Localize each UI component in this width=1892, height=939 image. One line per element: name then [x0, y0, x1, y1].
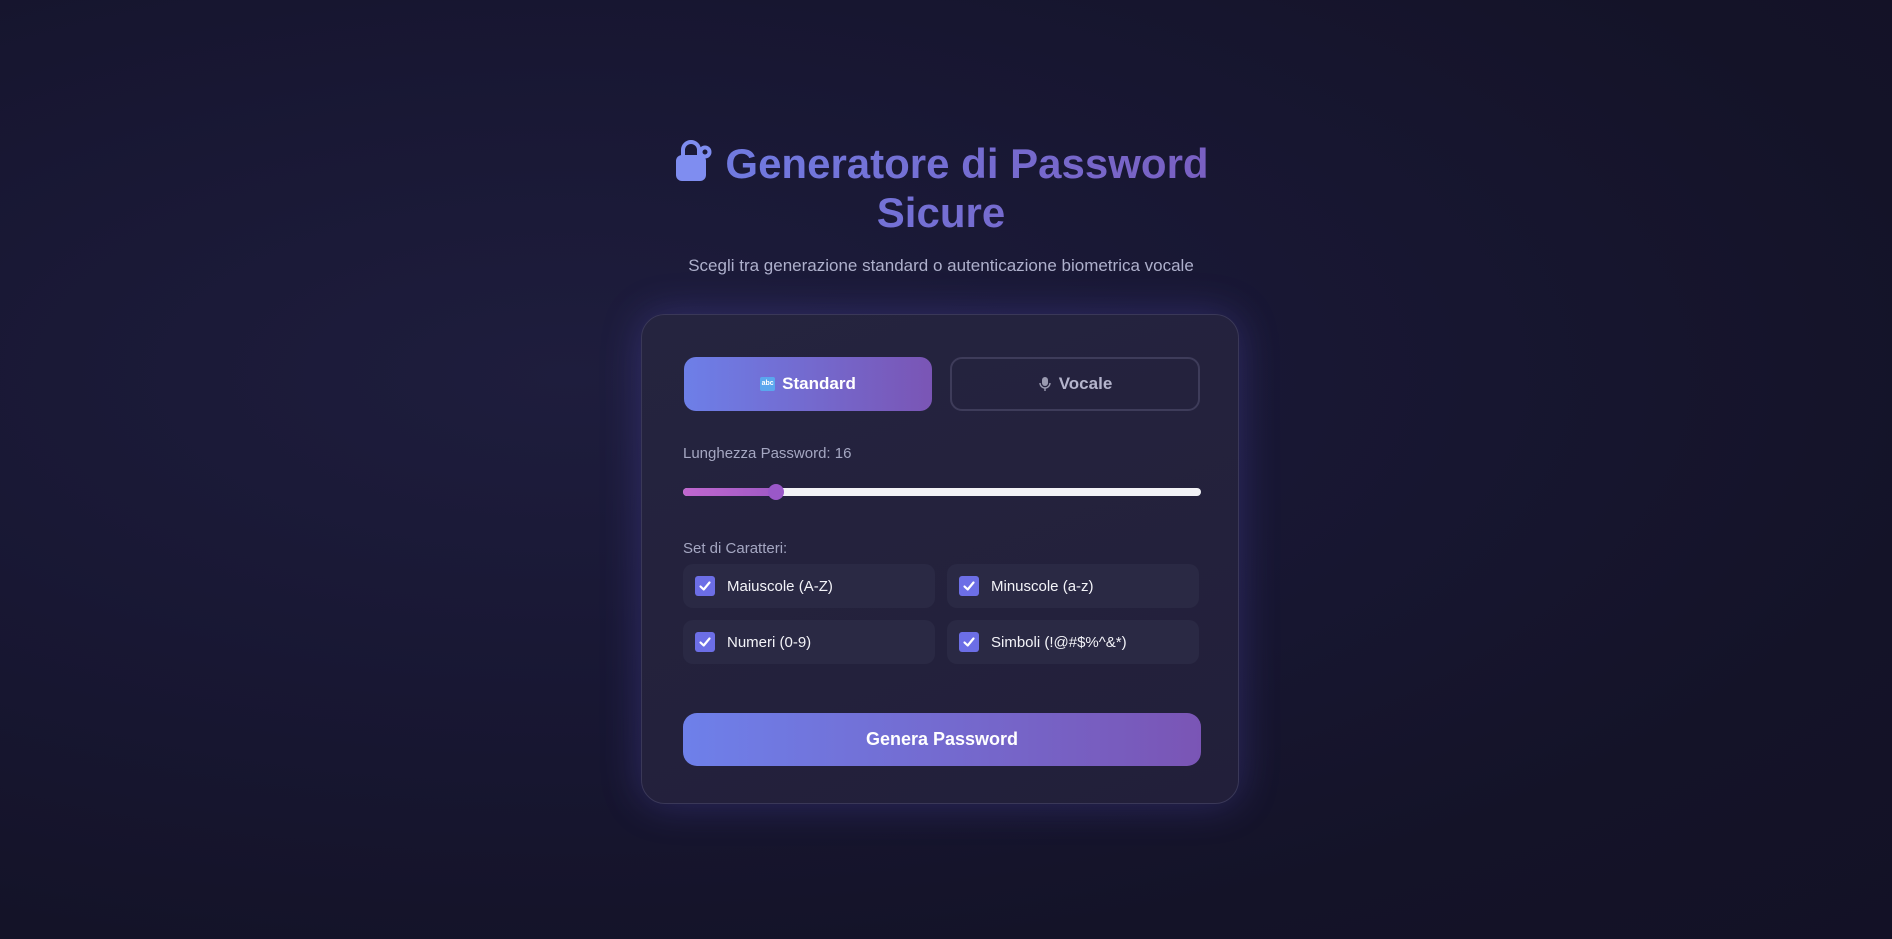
generate-password-button[interactable]: Genera Password: [683, 713, 1201, 766]
uppercase-checkbox[interactable]: [695, 576, 715, 596]
page-subtitle: Scegli tra generazione standard o autent…: [688, 256, 1194, 275]
charset-label: Set di Caratteri:: [683, 540, 788, 557]
password-length-label: Lunghezza Password: 16: [683, 445, 852, 462]
page-title-text: Generatore di Password Sicure: [725, 140, 1209, 236]
microphone-icon: [1038, 376, 1052, 392]
slider-fill: [683, 488, 777, 496]
check-icon: [699, 581, 711, 591]
page-title: Generatore di Password Sicure: [641, 138, 1241, 237]
header: Generatore di Password Sicure Scegli tra…: [0, 138, 1882, 276]
tab-standard-label: Standard: [782, 374, 856, 393]
abc-icon: abc: [760, 377, 776, 391]
charset-option-lowercase[interactable]: Minuscole (a-z): [947, 564, 1199, 608]
charset-option-numbers[interactable]: Numeri (0-9): [683, 620, 935, 664]
tab-vocale[interactable]: Vocale: [950, 357, 1200, 411]
numbers-checkbox[interactable]: [695, 632, 715, 652]
check-icon: [963, 637, 975, 647]
symbols-checkbox[interactable]: [959, 632, 979, 652]
charset-option-symbols[interactable]: Simboli (!@#$%^&*): [947, 620, 1199, 664]
lowercase-checkbox[interactable]: [959, 576, 979, 596]
numbers-label: Numeri (0-9): [727, 633, 812, 651]
uppercase-label: Maiuscole (A-Z): [727, 577, 833, 595]
mode-tabs: abc Standard Vocale: [684, 357, 1200, 411]
check-icon: [963, 581, 975, 591]
tab-standard[interactable]: abc Standard: [684, 357, 932, 411]
password-length-slider[interactable]: [683, 484, 1201, 500]
lowercase-label: Minuscole (a-z): [991, 577, 1094, 595]
symbols-label: Simboli (!@#$%^&*): [991, 633, 1127, 651]
charset-option-uppercase[interactable]: Maiuscole (A-Z): [683, 564, 935, 608]
slider-thumb[interactable]: [768, 484, 785, 500]
generator-card: abc Standard Vocale Lunghezza Password: …: [641, 314, 1239, 804]
lock-icon: [673, 138, 713, 182]
tab-vocale-label: Vocale: [1058, 374, 1113, 393]
check-icon: [699, 637, 711, 647]
